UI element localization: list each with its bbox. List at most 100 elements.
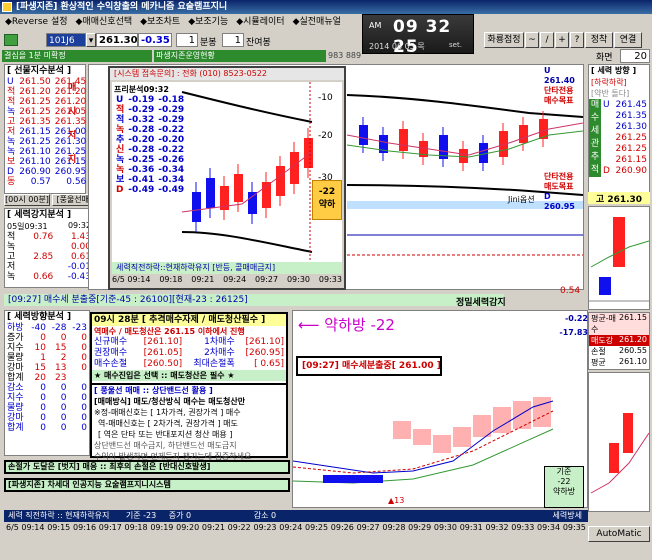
popup-sub-title: 프리분석09:32: [114, 85, 169, 94]
direction-row-cell: 0: [81, 353, 87, 363]
automatic-button[interactable]: AutoMatic: [588, 526, 650, 542]
hwaryong-button[interactable]: 화룡점정: [484, 32, 524, 48]
force-dir-row: U 261.45: [601, 99, 649, 110]
info-row-cell: [261.10]: [245, 337, 284, 347]
info-row: 권장매수 [261.05] 2차매수 [260.95]: [92, 348, 286, 359]
plus-button[interactable]: +: [555, 32, 569, 48]
clock-set[interactable]: set.: [449, 41, 462, 49]
force-dir-row-cell: [601, 155, 612, 166]
direction-row-cell: 강마: [7, 363, 24, 373]
clock-ampm: AM: [369, 21, 382, 30]
futures-row-cell: 261.10: [19, 157, 51, 167]
candle: [399, 129, 408, 151]
direction-row-cell: 15: [34, 363, 46, 373]
popup-row-cell: 신: [116, 145, 125, 155]
force-dir-row: 261.30: [601, 121, 649, 132]
force-bar: [413, 429, 431, 445]
menu-bar: ◆Reverse 설정 ◆매매신호선택 ◆보조차트 ◆보조기능 ◆시뮬레이터 ◆…: [0, 14, 341, 30]
popup-candle: [248, 192, 257, 214]
position-row-loss: 손절 260.55: [591, 346, 647, 356]
popup-strength-box: -22 약하: [312, 180, 342, 220]
menu-reverse[interactable]: ◆Reverse 설정: [2, 14, 71, 30]
bottom-time-tick: 09:20: [176, 523, 200, 532]
popup-time-tick: 09:21: [191, 275, 215, 284]
force-detect-times: 05일09:31 09:32: [5, 221, 93, 232]
side-char: 매: [590, 100, 600, 110]
force-bar: [533, 397, 551, 427]
force-dir-row: 261.25: [601, 132, 649, 143]
futures-row-cell: 261.10: [19, 147, 51, 157]
force-row-cell: [22, 242, 55, 252]
menu-subchart[interactable]: ◆보조차트: [137, 14, 183, 30]
popup-lower-band: [181, 231, 313, 253]
futures-row-cell: 260.90: [19, 167, 51, 177]
direction-row-cell: 15: [55, 343, 67, 353]
menu-signal[interactable]: ◆매매신호선택: [73, 14, 136, 30]
force-price: 261.30: [607, 195, 643, 205]
force-dir-row: 261.35: [601, 110, 649, 121]
bottom-time-tick: 09:26: [330, 523, 354, 532]
info-row-cell: 신규매수: [94, 337, 128, 347]
info-foot2: [파생지존] 차세대 인공지능 요술램프지니시스템: [4, 478, 290, 492]
direction-row-cell: 0: [60, 383, 67, 393]
link-button[interactable]: 연결: [614, 32, 642, 48]
info-price-table: 신규매수 [261.10] 1차매수 [261.10] 권장매수 [261.05] 2차매수…: [92, 337, 286, 370]
force-row: 적 0.76 1.43: [5, 232, 93, 242]
slash-button[interactable]: /: [540, 32, 554, 48]
direction-row-cell: 감소: [7, 383, 24, 393]
code-field[interactable]: 101J6: [46, 33, 86, 47]
force-detect-table: 적 0.76 1.43 녹 0.00 고 2.85 0.61 저 -0.01 녹 0.66 -0.43: [5, 232, 93, 282]
direction-row-cell: 합계: [7, 373, 24, 383]
menu-manual[interactable]: ◆실전매뉴얼: [290, 14, 344, 30]
menu-simulator[interactable]: ◆시뮬레이터: [233, 14, 287, 30]
info-sec2-line2: ※정-매매신호는 [ 1차가격, 권장가격 ] 매수: [94, 408, 241, 417]
system-popup[interactable]: [시스템 접속문의] : 전화 (010) 8523-0522 -10 -20 -3…: [108, 66, 346, 290]
force-row-cell: 고: [7, 252, 16, 262]
rest-count-field[interactable]: 1: [222, 33, 244, 47]
direction-row-cell: 20: [34, 373, 46, 383]
tilde-button[interactable]: ~: [525, 32, 539, 48]
bottom-time-tick: 09:19: [150, 523, 174, 532]
force-direction-panel: [ 세력 방향 ] [하락하락] [약반 돌다] 매수세관추적 U 261.45 2…: [588, 64, 650, 204]
bottom-time-tick: 09:33: [511, 523, 535, 532]
menu-subfunction[interactable]: ◆보조기능: [185, 14, 231, 30]
force-dir-row-cell: [601, 110, 612, 121]
force-bar: [393, 421, 411, 439]
bottom-time-tick: 09:17: [98, 523, 122, 532]
direction-row-cell: -28: [51, 323, 67, 333]
force-direction-sub: [하락하락]: [591, 78, 627, 87]
force-row-cell: 녹: [7, 272, 16, 282]
change-field: -0.35: [138, 33, 172, 47]
settle-button[interactable]: 정착: [585, 32, 613, 48]
futures-row: 동 0.57 0.56: [5, 177, 88, 187]
popup-row: 적 -0.29 -0.29: [114, 105, 186, 115]
chart-right-labels-low: 단타전용 매도목표 D 260.95: [544, 172, 584, 212]
interval-field[interactable]: 1: [176, 33, 198, 47]
direction-row-cell: 0: [81, 343, 87, 353]
force-dir-row-cell: 261.35: [615, 110, 648, 121]
popup-time-tick: 09:33: [318, 275, 342, 284]
force-direction-table: U 261.45 261.35 261.30 261.25 261.25 261.15 D 26…: [601, 99, 649, 177]
popup-row-cell: -0.29: [158, 105, 185, 115]
code-dropdown-button[interactable]: ▾: [86, 33, 96, 47]
popup-row-cell: 녹: [116, 165, 125, 175]
popup-row-cell: -0.41: [128, 175, 155, 185]
direction-row-cell: 물량: [7, 353, 24, 363]
force-direction-analysis-panel: [ 세력방향분석 ] 하방 -40 -28 -23 증가 0 0 0 지수 10 15 0 물량 1 2 0 강…: [4, 310, 90, 456]
direction-row: 하방 -40 -28 -23: [5, 323, 89, 333]
popup-row-cell: 보: [116, 175, 125, 185]
force-price-box: 고 261.30: [588, 192, 650, 205]
time-button[interactable]: [00시 00분]: [4, 194, 50, 206]
standard-box: 기준 -22 약하방: [544, 466, 584, 508]
help-button[interactable]: ?: [570, 32, 584, 48]
direction-row-cell: 10: [34, 343, 46, 353]
bars-badge: 결심을 1분 미확정: [2, 50, 152, 62]
ops-badge[interactable]: 파생지존운영현황: [154, 50, 326, 62]
force-row-cell: 2.85: [33, 252, 54, 262]
screen-number-field[interactable]: 20: [620, 49, 650, 63]
futures-row-cell: 녹: [7, 147, 16, 157]
force-row: 저 -0.01: [5, 262, 93, 272]
futures-row-cell: 고: [7, 117, 16, 127]
direction-row: 감소 0 0 0: [5, 383, 89, 393]
popup-row-cell: -0.22: [158, 145, 185, 155]
